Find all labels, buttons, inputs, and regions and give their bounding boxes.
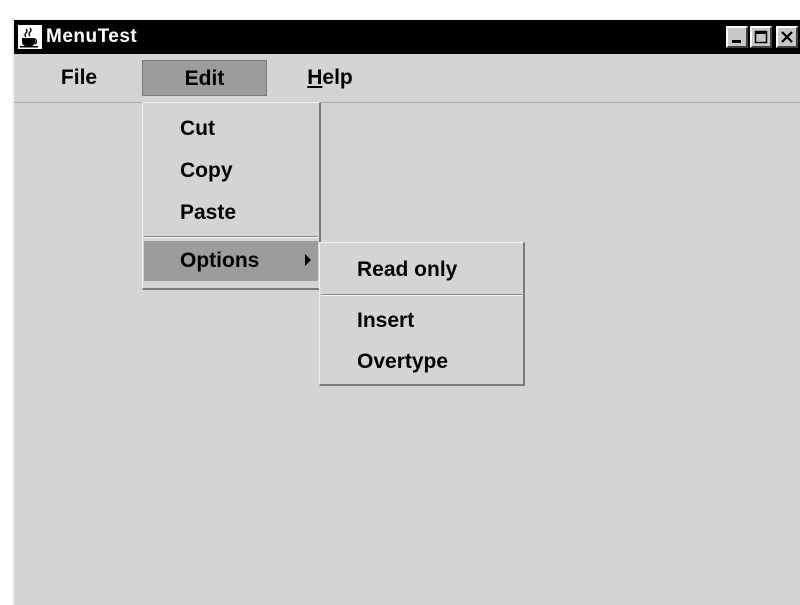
menu-item-copy[interactable]: Copy (144, 151, 318, 191)
submenu-separator (321, 294, 522, 296)
menu-item-options-label: Options (180, 249, 260, 272)
edit-menu-popup: Cut Copy Paste Options (142, 102, 321, 290)
window-title: MenuTest (46, 26, 138, 47)
maximize-icon (754, 30, 768, 44)
menu-item-read-only[interactable]: Read only (321, 250, 522, 290)
help-mnemonic: H (307, 66, 323, 89)
options-submenu-popup: Read only Insert Overtype (319, 242, 525, 386)
submenu-arrow-icon (305, 254, 311, 266)
minimize-icon (732, 40, 741, 43)
menu-item-read-only-label: Read only (357, 258, 458, 281)
menu-file[interactable]: File (42, 60, 116, 96)
menu-item-options[interactable]: Options (144, 241, 318, 281)
java-cup-icon[interactable] (18, 25, 42, 49)
menu-item-paste[interactable]: Paste (144, 193, 318, 233)
menu-bar: File Edit Help (14, 54, 800, 103)
menu-item-insert[interactable]: Insert (321, 301, 522, 341)
menutest-window: MenuTest File Edit Help Cut Copy Paste O… (12, 18, 800, 605)
minimize-button[interactable] (726, 26, 748, 48)
help-label-rest: elp (322, 66, 353, 89)
menu-help[interactable]: Help (276, 60, 384, 96)
menu-item-insert-label: Insert (357, 309, 415, 332)
close-icon (781, 31, 793, 43)
menu-item-overtype[interactable]: Overtype (321, 342, 522, 382)
menu-item-copy-label: Copy (180, 159, 233, 182)
close-button[interactable] (776, 26, 798, 48)
menu-item-cut[interactable]: Cut (144, 109, 318, 149)
menu-item-paste-label: Paste (180, 201, 237, 224)
maximize-button[interactable] (750, 26, 772, 48)
menu-edit[interactable]: Edit (142, 60, 267, 96)
menu-item-cut-label: Cut (180, 117, 215, 140)
title-bar[interactable]: MenuTest (14, 20, 800, 54)
menu-item-overtype-label: Overtype (357, 350, 449, 373)
menu-separator (144, 236, 318, 238)
